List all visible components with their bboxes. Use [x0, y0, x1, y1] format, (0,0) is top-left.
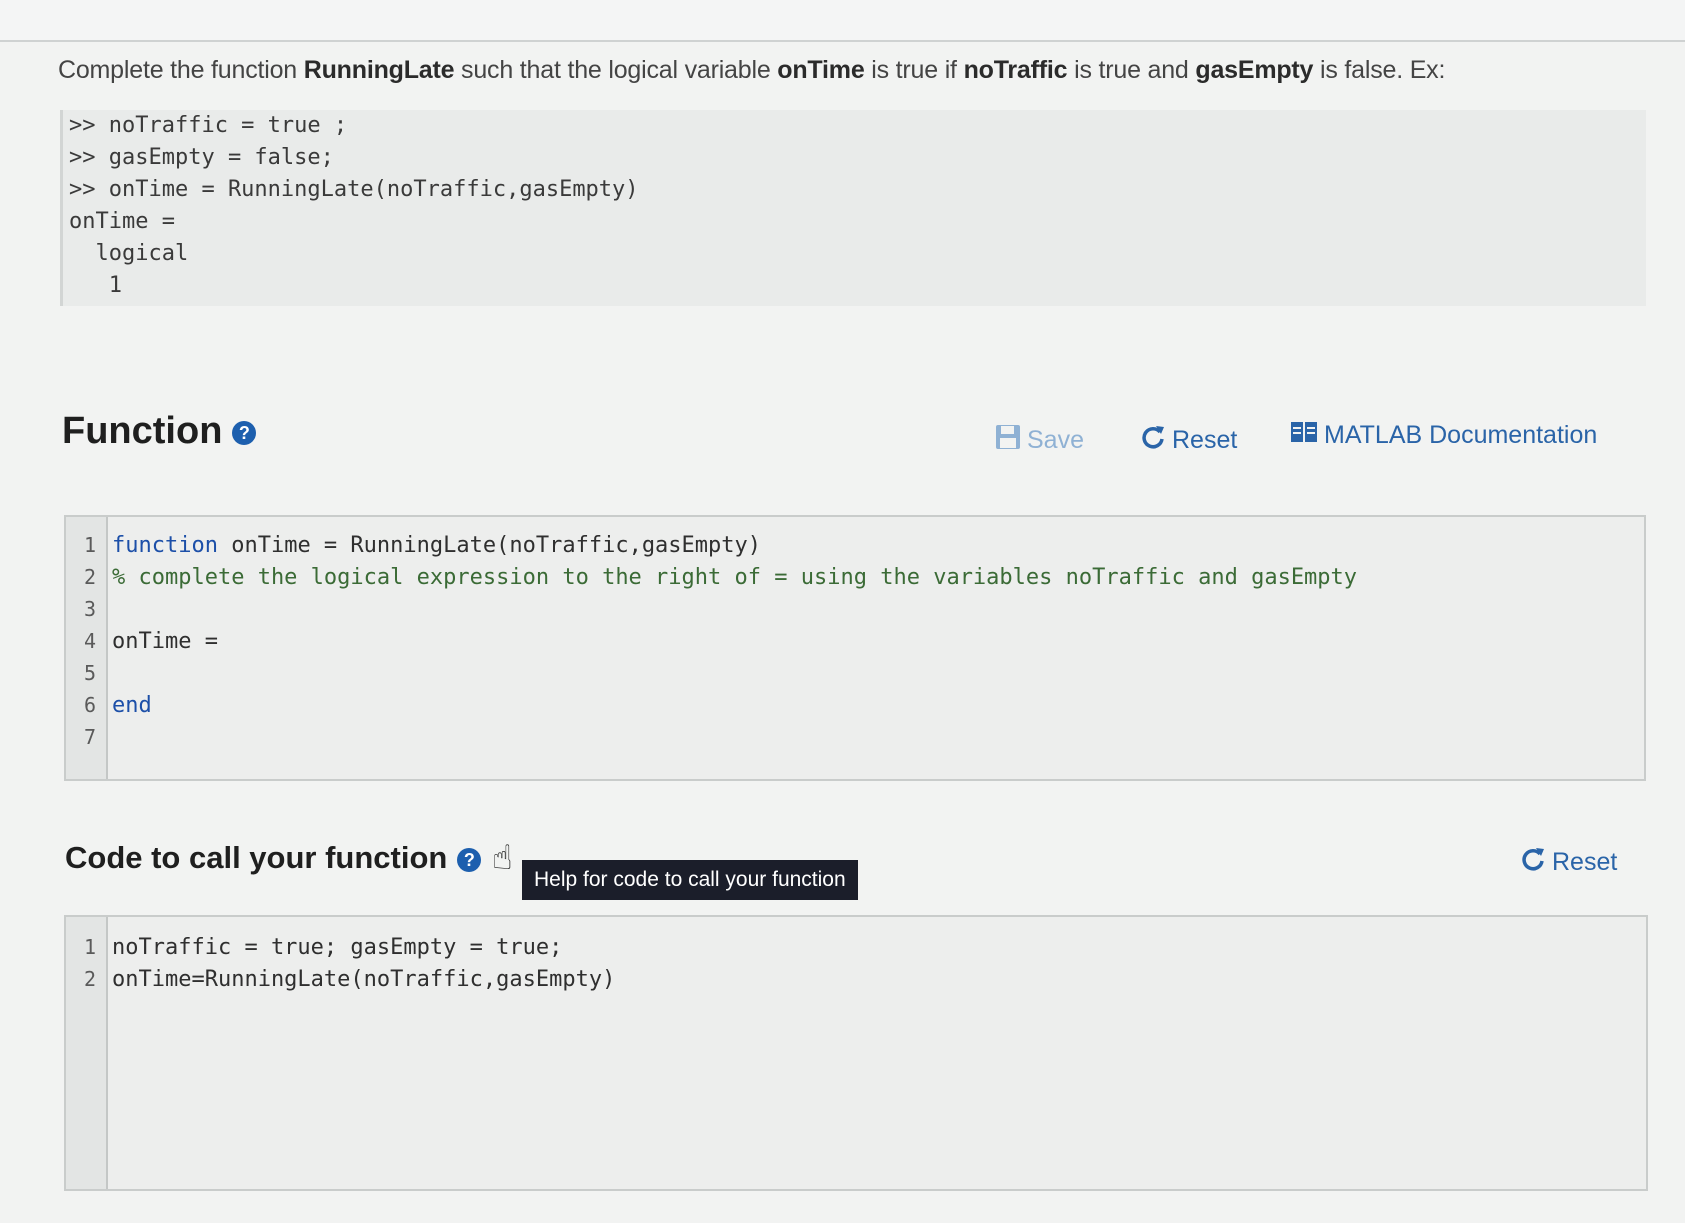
line-number: 4: [83, 629, 96, 653]
example-line: >> noTraffic = true ;: [69, 113, 348, 138]
code-comment: % complete the logical expression to the…: [112, 565, 1358, 590]
problem-var-ontime: onTime: [777, 56, 865, 84]
save-icon: [995, 424, 1021, 457]
code-text: noTraffic = true; gasEmpty = true;: [112, 935, 563, 960]
line-number: 2: [83, 565, 96, 589]
line-number: 6: [83, 693, 96, 717]
reset-label: Reset: [1172, 426, 1238, 454]
code-text: onTime=RunningLate(noTraffic,gasEmpty): [112, 967, 616, 992]
code-line-2[interactable]: 2 % complete the logical expression to th…: [66, 561, 1357, 593]
function-title-text: Function: [62, 410, 223, 452]
code-line-5[interactable]: 5: [66, 657, 112, 689]
example-line: 1: [69, 273, 122, 298]
problem-var-gasempty: gasEmpty: [1195, 56, 1314, 84]
line-number: 5: [83, 661, 96, 685]
book-icon: [1290, 420, 1318, 451]
code-line-3[interactable]: 3: [66, 593, 112, 625]
function-signature: onTime = RunningLate(noTraffic,gasEmpty): [217, 533, 762, 558]
problem-text: is true and: [1067, 56, 1196, 84]
code-line-1[interactable]: 1 function onTime = RunningLate(noTraffic…: [66, 529, 761, 561]
line-number: 3: [83, 597, 96, 621]
call-section-title: Code to call your function?: [65, 840, 482, 876]
save-label: Save: [1027, 426, 1084, 454]
top-bar: [0, 0, 1685, 42]
example-line: logical: [69, 241, 189, 266]
function-section-title: Function?: [62, 410, 257, 453]
code-line-6[interactable]: 6 end: [66, 689, 152, 721]
example-line: >> gasEmpty = false;: [69, 145, 334, 170]
code-line-7[interactable]: 7: [66, 721, 112, 753]
call-code-line-2[interactable]: 2 onTime=RunningLate(noTraffic,gasEmpty): [66, 963, 615, 995]
problem-text: is false. Ex:: [1313, 56, 1446, 84]
problem-statement: Complete the function RunningLate such t…: [58, 56, 1638, 85]
problem-fn-name: RunningLate: [303, 56, 455, 84]
save-button[interactable]: Save: [995, 424, 1084, 457]
keyword-function: function: [112, 533, 218, 558]
call-code-line-1[interactable]: 1 noTraffic = true; gasEmpty = true;: [66, 931, 562, 963]
call-reset-label: Reset: [1552, 848, 1618, 876]
call-help-icon[interactable]: ?: [457, 847, 482, 872]
reset-icon: [1520, 846, 1546, 879]
example-block: >> noTraffic = true ; >> gasEmpty = fals…: [60, 110, 1646, 306]
problem-text: Complete the function: [58, 56, 304, 84]
matlab-documentation-link[interactable]: MATLAB Documentation: [1290, 420, 1597, 451]
line-number: 2: [83, 967, 96, 991]
hand-pointer-icon: ☝: [492, 839, 513, 877]
call-title-text: Code to call your function: [65, 840, 448, 875]
problem-var-notraffic: noTraffic: [963, 56, 1068, 84]
line-number: 1: [83, 533, 96, 557]
function-code-editor[interactable]: 1 function onTime = RunningLate(noTraffic…: [64, 515, 1646, 781]
code-text: onTime =: [112, 629, 218, 654]
line-number: 1: [83, 935, 96, 959]
keyword-end: end: [112, 693, 152, 718]
problem-text: is true if: [864, 56, 964, 84]
help-tooltip: Help for code to call your function: [522, 860, 858, 900]
example-line: onTime =: [69, 209, 175, 234]
example-line: >> onTime = RunningLate(noTraffic,gasEmp…: [69, 177, 639, 202]
docs-label: MATLAB Documentation: [1324, 421, 1598, 449]
reset-icon: [1140, 424, 1166, 457]
reset-button[interactable]: Reset: [1140, 424, 1237, 457]
line-number: 7: [83, 725, 96, 749]
problem-text: such that the logical variable: [454, 56, 778, 84]
code-line-4[interactable]: 4 onTime =: [66, 625, 218, 657]
call-code-editor[interactable]: 1 noTraffic = true; gasEmpty = true; 2 onT…: [64, 915, 1648, 1191]
function-help-icon[interactable]: ?: [232, 420, 257, 445]
call-reset-button[interactable]: Reset: [1520, 846, 1617, 879]
